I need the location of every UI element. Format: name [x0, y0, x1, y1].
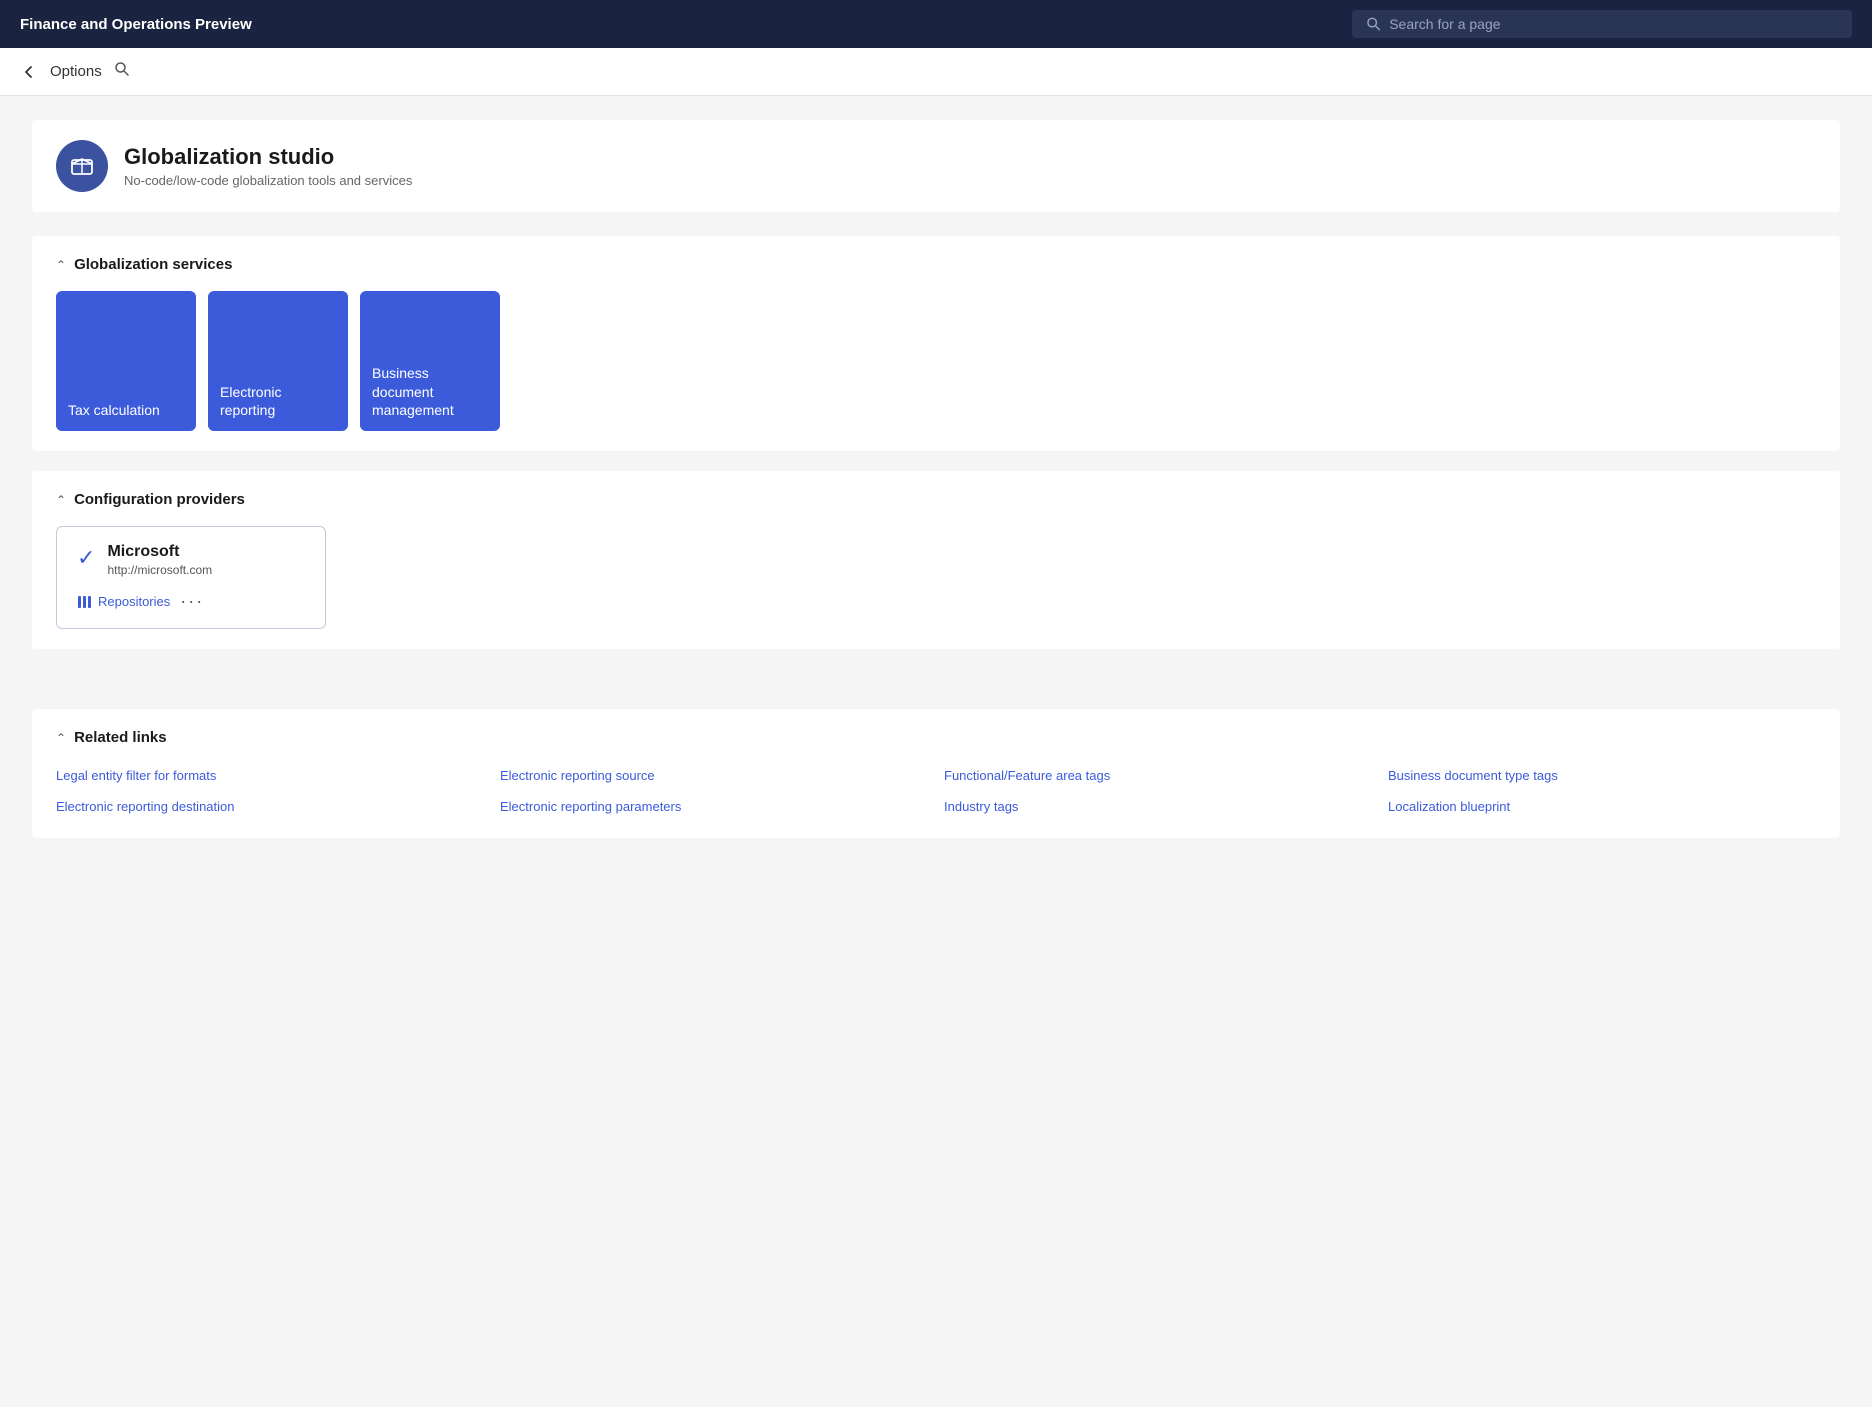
- app-header: Globalization studio No-code/low-code gl…: [32, 120, 1840, 212]
- collapse-providers-icon: ⌃: [56, 493, 66, 507]
- services-cards-grid: Tax calculation Electronic reporting Bus…: [56, 291, 1816, 431]
- app-title: Finance and Operations Preview: [20, 16, 252, 33]
- functional-feature-tags-link[interactable]: Functional/Feature area tags: [944, 764, 1372, 787]
- globalization-services-section: ⌃ Globalization services Tax calculation…: [32, 236, 1840, 451]
- microsoft-provider-card[interactable]: ✓ Microsoft http://microsoft.com Reposit…: [56, 526, 326, 629]
- globalization-services-title: Globalization services: [74, 256, 232, 273]
- er-source-link[interactable]: Electronic reporting source: [500, 764, 928, 787]
- provider-check-icon: ✓: [77, 545, 95, 571]
- localization-blueprint-link[interactable]: Localization blueprint: [1388, 795, 1816, 818]
- provider-actions: Repositories ···: [77, 591, 305, 612]
- search-input[interactable]: [1389, 16, 1838, 32]
- legal-entity-filter-link[interactable]: Legal entity filter for formats: [56, 764, 484, 787]
- provider-name: Microsoft: [107, 543, 212, 561]
- related-links-title: Related links: [74, 729, 167, 746]
- global-search-bar[interactable]: [1352, 10, 1852, 38]
- app-header-text: Globalization studio No-code/low-code gl…: [124, 144, 412, 188]
- provider-more-button[interactable]: ···: [180, 591, 204, 612]
- search-icon: [1366, 16, 1381, 32]
- main-content: Globalization studio No-code/low-code gl…: [0, 96, 1872, 1407]
- collapse-related-icon: ⌃: [56, 731, 66, 745]
- configuration-providers-section: ⌃ Configuration providers ✓ Microsoft ht…: [32, 471, 1840, 649]
- provider-card-top: ✓ Microsoft http://microsoft.com: [77, 543, 305, 577]
- provider-info: Microsoft http://microsoft.com: [107, 543, 212, 577]
- er-destination-link[interactable]: Electronic reporting destination: [56, 795, 484, 818]
- globalization-services-header[interactable]: ⌃ Globalization services: [56, 256, 1816, 273]
- business-document-management-card[interactable]: Business document management: [360, 291, 500, 431]
- configuration-providers-title: Configuration providers: [74, 491, 245, 508]
- related-links-section: ⌃ Related links Legal entity filter for …: [32, 709, 1840, 838]
- configuration-providers-header[interactable]: ⌃ Configuration providers: [56, 491, 1816, 508]
- back-button[interactable]: [20, 63, 38, 81]
- electronic-reporting-card[interactable]: Electronic reporting: [208, 291, 348, 431]
- industry-tags-link[interactable]: Industry tags: [944, 795, 1372, 818]
- options-search-icon[interactable]: [114, 61, 130, 82]
- top-navigation-bar: Finance and Operations Preview: [0, 0, 1872, 48]
- repositories-icon: [77, 594, 93, 610]
- business-doc-type-tags-link[interactable]: Business document type tags: [1388, 764, 1816, 787]
- provider-url: http://microsoft.com: [107, 563, 212, 577]
- collapse-icon: ⌃: [56, 258, 66, 272]
- tax-calculation-card[interactable]: Tax calculation: [56, 291, 196, 431]
- app-name: Globalization studio: [124, 144, 412, 170]
- related-links-grid: Legal entity filter for formats Electron…: [56, 764, 1816, 818]
- related-links-header[interactable]: ⌃ Related links: [56, 729, 1816, 746]
- er-parameters-link[interactable]: Electronic reporting parameters: [500, 795, 928, 818]
- app-description: No-code/low-code globalization tools and…: [124, 173, 412, 188]
- repositories-link[interactable]: Repositories: [77, 594, 170, 610]
- options-bar: Options: [0, 48, 1872, 96]
- app-icon: [56, 140, 108, 192]
- options-label: Options: [50, 63, 102, 80]
